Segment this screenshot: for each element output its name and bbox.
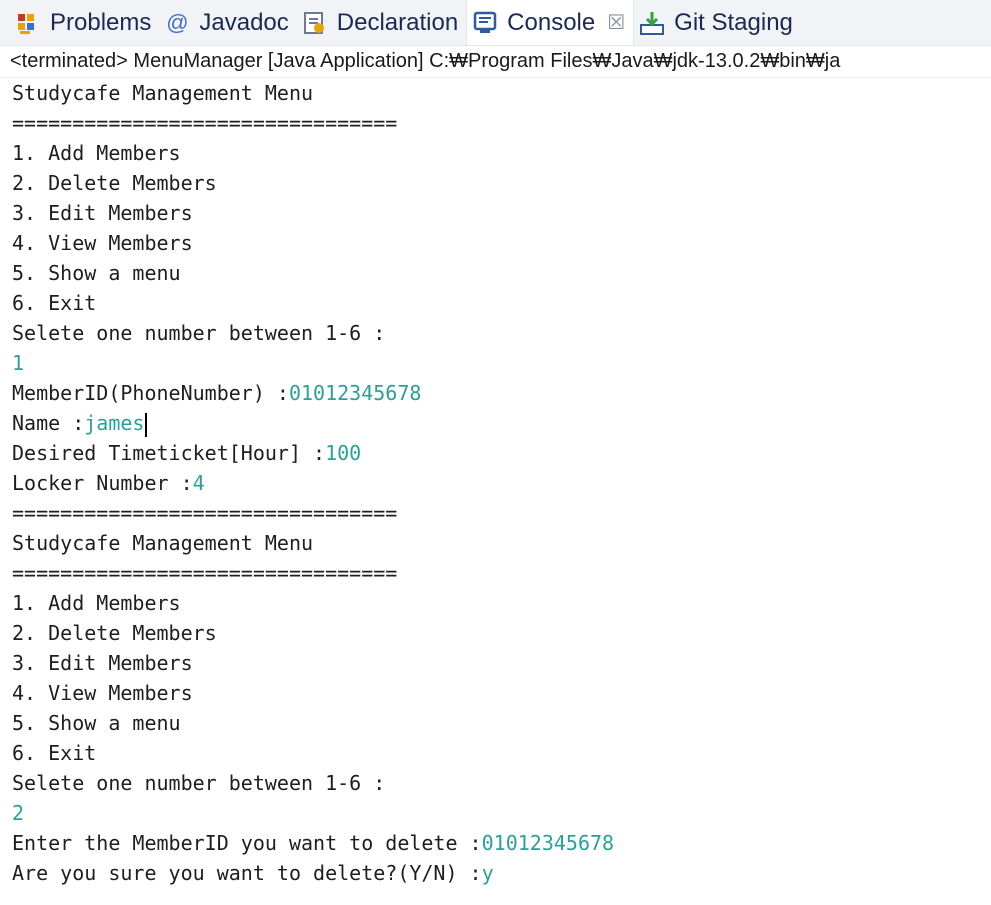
tab-label: Javadoc	[199, 8, 289, 36]
console-input: 2	[12, 801, 25, 825]
console-line: 6. Exit	[12, 291, 97, 315]
close-icon[interactable]: ☒	[607, 10, 625, 35]
tab-console[interactable]: Console ☒	[466, 0, 635, 45]
tab-label: Declaration	[336, 8, 459, 36]
console-line: 1. Add Members	[12, 591, 181, 615]
console-status-line: <terminated> MenuManager [Java Applicati…	[0, 46, 991, 78]
console-line: 5. Show a menu	[12, 261, 181, 285]
tab-label: Git Staging	[674, 8, 793, 36]
tab-javadoc[interactable]: @ Javadoc	[159, 0, 296, 45]
declaration-icon	[301, 9, 329, 37]
console-input: 100	[325, 441, 362, 465]
tab-label: Console	[507, 8, 596, 36]
text-cursor	[145, 412, 148, 437]
console-line: ================================	[12, 501, 398, 525]
console-line: 3. Edit Members	[12, 651, 193, 675]
console-icon	[471, 9, 499, 37]
console-line: Studycafe Management Menu	[12, 531, 314, 555]
console-label: Name :	[12, 411, 85, 435]
tab-declaration[interactable]: Declaration	[297, 0, 466, 45]
console-line: 4. View Members	[12, 681, 193, 705]
console-output[interactable]: Studycafe Management Menu ==============…	[0, 78, 991, 888]
console-line: Studycafe Management Menu	[12, 81, 314, 105]
console-line: 2. Delete Members	[12, 171, 217, 195]
tab-label: Problems	[50, 8, 152, 36]
console-line: Name :james	[12, 408, 991, 438]
console-label: MemberID(PhoneNumber) :	[12, 381, 289, 405]
console-input: 01012345678	[481, 831, 615, 855]
console-line: 6. Exit	[12, 741, 97, 765]
git-staging-icon	[638, 9, 666, 37]
console-input: 4	[192, 471, 205, 495]
console-label: Locker Number :	[12, 471, 193, 495]
view-tab-bar: Problems @ Javadoc Declaration Console ☒…	[0, 0, 991, 46]
tab-problems[interactable]: Problems	[10, 0, 159, 45]
console-line: 3. Edit Members	[12, 201, 193, 225]
console-line: ================================	[12, 111, 398, 135]
console-line: Selete one number between 1-6 :	[12, 771, 386, 795]
console-line: 5. Show a menu	[12, 711, 181, 735]
console-input: 01012345678	[288, 381, 422, 405]
console-line: Desired Timeticket[Hour] :100	[12, 438, 991, 468]
console-label: Are you sure you want to delete?(Y/N) :	[12, 861, 482, 885]
console-line: Locker Number :4	[12, 468, 991, 498]
javadoc-icon: @	[166, 9, 189, 35]
console-line: Enter the MemberID you want to delete :0…	[12, 828, 991, 858]
console-input: 1	[12, 351, 25, 375]
console-line: Are you sure you want to delete?(Y/N) :y	[12, 858, 991, 888]
console-line: MemberID(PhoneNumber) :01012345678	[12, 378, 991, 408]
console-line: 2. Delete Members	[12, 621, 217, 645]
console-line: 1. Add Members	[12, 141, 181, 165]
console-line: Selete one number between 1-6 :	[12, 321, 386, 345]
console-label: Desired Timeticket[Hour] :	[12, 441, 326, 465]
tab-git-staging[interactable]: Git Staging	[634, 0, 801, 45]
console-label: Enter the MemberID you want to delete :	[12, 831, 482, 855]
problems-icon	[14, 9, 42, 37]
console-input: y	[481, 861, 494, 885]
console-line: 4. View Members	[12, 231, 193, 255]
console-input: james	[84, 411, 145, 435]
console-line: ================================	[12, 561, 398, 585]
